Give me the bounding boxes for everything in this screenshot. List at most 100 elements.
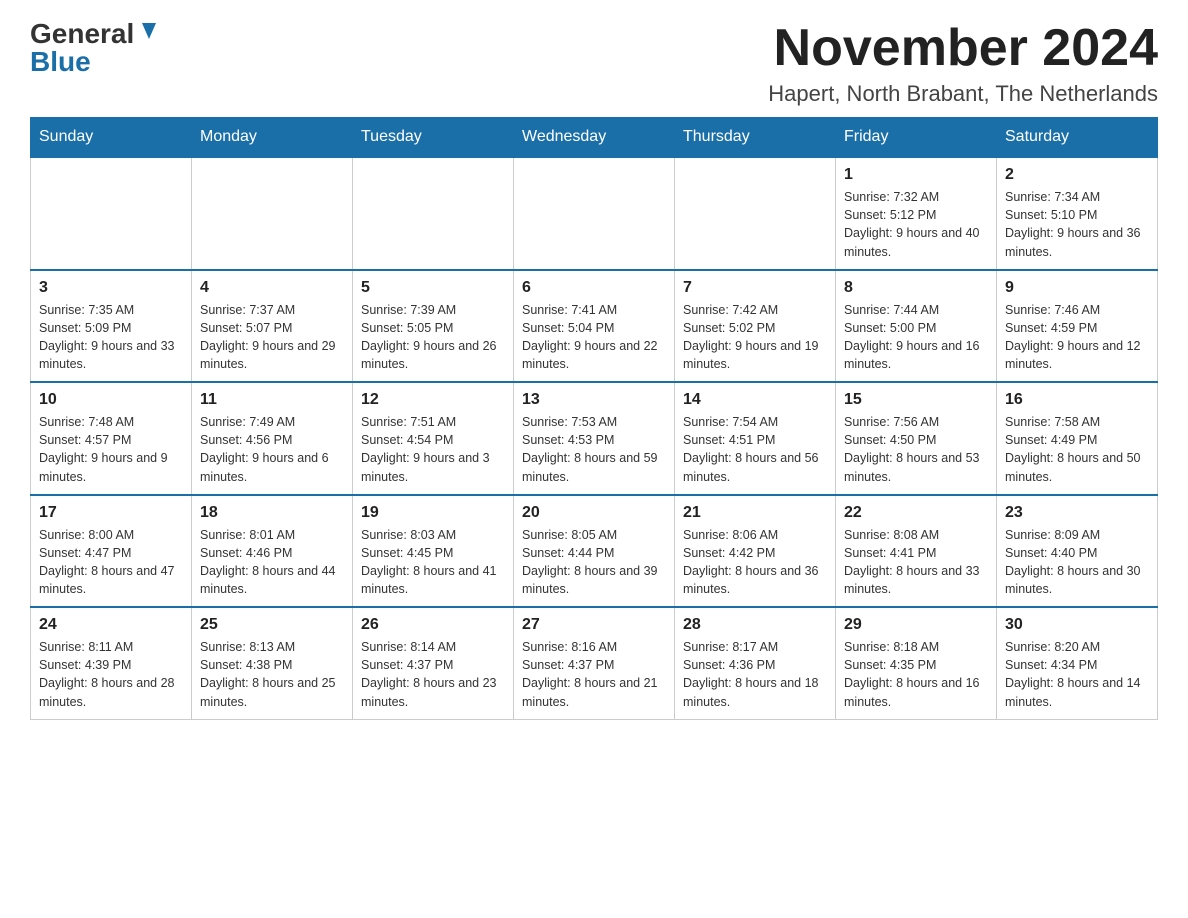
page-header: General Blue November 2024 Hapert, North… [30, 20, 1158, 107]
day-number: 23 [1005, 504, 1149, 522]
day-number: 19 [361, 504, 505, 522]
calendar-cell: 2Sunrise: 7:34 AMSunset: 5:10 PMDaylight… [997, 157, 1158, 270]
day-number: 12 [361, 391, 505, 409]
title-area: November 2024 Hapert, North Brabant, The… [768, 20, 1158, 107]
day-info: Sunrise: 8:08 AMSunset: 4:41 PMDaylight:… [844, 526, 988, 599]
day-info: Sunrise: 8:13 AMSunset: 4:38 PMDaylight:… [200, 638, 344, 711]
day-info: Sunrise: 8:17 AMSunset: 4:36 PMDaylight:… [683, 638, 827, 711]
calendar-cell: 10 Sunrise: 7:48 AMSunset: 4:57 PMDayligh… [31, 382, 192, 495]
calendar-week-row: 3Sunrise: 7:35 AMSunset: 5:09 PMDaylight… [31, 270, 1158, 383]
calendar-cell: 9 Sunrise: 7:46 AMSunset: 4:59 PMDaylight… [997, 270, 1158, 383]
day-number: 2 [1005, 166, 1149, 184]
day-number: 11 [200, 391, 344, 409]
day-number: 8 [844, 279, 988, 297]
day-number: 15 [844, 391, 988, 409]
day-info: Sunrise: 7:37 AMSunset: 5:07 PMDaylight:… [200, 301, 344, 374]
day-info: Sunrise: 8:11 AMSunset: 4:39 PMDaylight:… [39, 638, 183, 711]
day-number: 24 [39, 616, 183, 634]
calendar-cell: 25 Sunrise: 8:13 AMSunset: 4:38 PMDayligh… [192, 607, 353, 719]
logo-general-text: General [30, 20, 134, 48]
day-number: 17 [39, 504, 183, 522]
day-number: 18 [200, 504, 344, 522]
day-info: Sunrise: 8:01 AMSunset: 4:46 PMDaylight:… [200, 526, 344, 599]
day-number: 3 [39, 279, 183, 297]
day-info: Sunrise: 8:18 AMSunset: 4:35 PMDaylight:… [844, 638, 988, 711]
day-number: 13 [522, 391, 666, 409]
calendar-cell: 24 Sunrise: 8:11 AMSunset: 4:39 PMDayligh… [31, 607, 192, 719]
day-number: 9 [1005, 279, 1149, 297]
calendar-cell: 7 Sunrise: 7:42 AMSunset: 5:02 PMDaylight… [675, 270, 836, 383]
day-number: 25 [200, 616, 344, 634]
day-info: Sunrise: 7:54 AMSunset: 4:51 PMDaylight:… [683, 413, 827, 486]
day-number: 29 [844, 616, 988, 634]
day-info: Sunrise: 7:56 AMSunset: 4:50 PMDaylight:… [844, 413, 988, 486]
day-info: Sunrise: 7:49 AMSunset: 4:56 PMDaylight:… [200, 413, 344, 486]
calendar-header-sunday: Sunday [31, 118, 192, 158]
calendar-cell: 19 Sunrise: 8:03 AMSunset: 4:45 PMDayligh… [353, 495, 514, 608]
day-number: 14 [683, 391, 827, 409]
day-info: Sunrise: 7:58 AMSunset: 4:49 PMDaylight:… [1005, 413, 1149, 486]
day-number: 27 [522, 616, 666, 634]
day-number: 16 [1005, 391, 1149, 409]
calendar-header-wednesday: Wednesday [514, 118, 675, 158]
calendar-header-tuesday: Tuesday [353, 118, 514, 158]
calendar-header-monday: Monday [192, 118, 353, 158]
day-info: Sunrise: 7:44 AMSunset: 5:00 PMDaylight:… [844, 301, 988, 374]
calendar-week-row: 24 Sunrise: 8:11 AMSunset: 4:39 PMDayligh… [31, 607, 1158, 719]
calendar-cell: 23Sunrise: 8:09 AMSunset: 4:40 PMDayligh… [997, 495, 1158, 608]
day-info: Sunrise: 8:20 AMSunset: 4:34 PMDaylight:… [1005, 638, 1149, 711]
day-number: 10 [39, 391, 183, 409]
day-info: Sunrise: 7:32 AMSunset: 5:12 PMDaylight:… [844, 188, 988, 261]
day-info: Sunrise: 7:53 AMSunset: 4:53 PMDaylight:… [522, 413, 666, 486]
day-number: 7 [683, 279, 827, 297]
calendar-cell: 14 Sunrise: 7:54 AMSunset: 4:51 PMDayligh… [675, 382, 836, 495]
day-number: 20 [522, 504, 666, 522]
calendar-week-row: 10 Sunrise: 7:48 AMSunset: 4:57 PMDayligh… [31, 382, 1158, 495]
calendar-cell [675, 157, 836, 270]
logo-blue-text: Blue [30, 48, 91, 76]
day-info: Sunrise: 7:51 AMSunset: 4:54 PMDaylight:… [361, 413, 505, 486]
calendar-header-friday: Friday [836, 118, 997, 158]
calendar-cell: 12 Sunrise: 7:51 AMSunset: 4:54 PMDayligh… [353, 382, 514, 495]
calendar-cell [192, 157, 353, 270]
day-number: 4 [200, 279, 344, 297]
day-number: 28 [683, 616, 827, 634]
day-number: 22 [844, 504, 988, 522]
month-title: November 2024 [768, 20, 1158, 77]
calendar-header-thursday: Thursday [675, 118, 836, 158]
day-info: Sunrise: 7:46 AMSunset: 4:59 PMDaylight:… [1005, 301, 1149, 374]
calendar-cell: 11 Sunrise: 7:49 AMSunset: 4:56 PMDayligh… [192, 382, 353, 495]
calendar-cell: 3Sunrise: 7:35 AMSunset: 5:09 PMDaylight… [31, 270, 192, 383]
calendar-cell: 26 Sunrise: 8:14 AMSunset: 4:37 PMDayligh… [353, 607, 514, 719]
calendar-cell: 30Sunrise: 8:20 AMSunset: 4:34 PMDayligh… [997, 607, 1158, 719]
calendar-cell [514, 157, 675, 270]
day-info: Sunrise: 7:48 AMSunset: 4:57 PMDaylight:… [39, 413, 183, 486]
day-info: Sunrise: 8:05 AMSunset: 4:44 PMDaylight:… [522, 526, 666, 599]
calendar-cell: 8 Sunrise: 7:44 AMSunset: 5:00 PMDaylight… [836, 270, 997, 383]
day-info: Sunrise: 8:06 AMSunset: 4:42 PMDaylight:… [683, 526, 827, 599]
calendar-cell: 29 Sunrise: 8:18 AMSunset: 4:35 PMDayligh… [836, 607, 997, 719]
day-number: 1 [844, 166, 988, 184]
calendar-cell: 6 Sunrise: 7:41 AMSunset: 5:04 PMDaylight… [514, 270, 675, 383]
day-number: 6 [522, 279, 666, 297]
calendar-table: SundayMondayTuesdayWednesdayThursdayFrid… [30, 117, 1158, 720]
calendar-header-row: SundayMondayTuesdayWednesdayThursdayFrid… [31, 118, 1158, 158]
calendar-cell [353, 157, 514, 270]
day-info: Sunrise: 7:41 AMSunset: 5:04 PMDaylight:… [522, 301, 666, 374]
calendar-cell: 1 Sunrise: 7:32 AMSunset: 5:12 PMDaylight… [836, 157, 997, 270]
logo-arrow-icon [138, 19, 160, 41]
calendar-cell: 4 Sunrise: 7:37 AMSunset: 5:07 PMDaylight… [192, 270, 353, 383]
day-info: Sunrise: 7:39 AMSunset: 5:05 PMDaylight:… [361, 301, 505, 374]
day-info: Sunrise: 8:00 AMSunset: 4:47 PMDaylight:… [39, 526, 183, 599]
calendar-cell: 18 Sunrise: 8:01 AMSunset: 4:46 PMDayligh… [192, 495, 353, 608]
day-number: 21 [683, 504, 827, 522]
calendar-cell: 22 Sunrise: 8:08 AMSunset: 4:41 PMDayligh… [836, 495, 997, 608]
day-number: 26 [361, 616, 505, 634]
day-info: Sunrise: 8:03 AMSunset: 4:45 PMDaylight:… [361, 526, 505, 599]
day-info: Sunrise: 8:16 AMSunset: 4:37 PMDaylight:… [522, 638, 666, 711]
calendar-week-row: 1 Sunrise: 7:32 AMSunset: 5:12 PMDaylight… [31, 157, 1158, 270]
calendar-cell: 27 Sunrise: 8:16 AMSunset: 4:37 PMDayligh… [514, 607, 675, 719]
day-info: Sunrise: 7:42 AMSunset: 5:02 PMDaylight:… [683, 301, 827, 374]
day-info: Sunrise: 8:14 AMSunset: 4:37 PMDaylight:… [361, 638, 505, 711]
calendar-header-saturday: Saturday [997, 118, 1158, 158]
